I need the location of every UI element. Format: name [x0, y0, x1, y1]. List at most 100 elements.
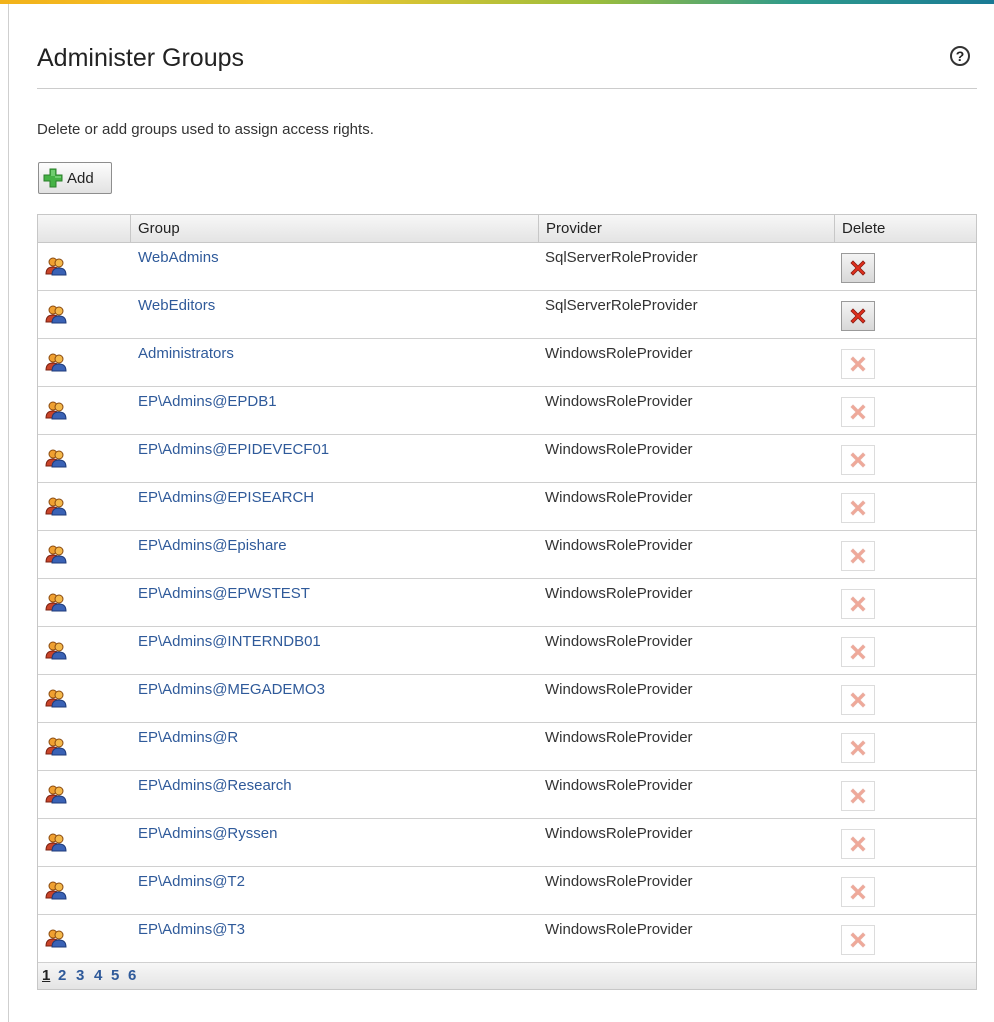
delete-x-icon [850, 260, 866, 276]
page-link-1[interactable]: 1 [42, 967, 50, 984]
header-icon-col [38, 215, 130, 242]
provider-name: WindowsRoleProvider [545, 777, 693, 794]
delete-button[interactable] [841, 301, 875, 331]
top-accent-bar [0, 0, 994, 4]
table-row: EP\Admins@T2 WindowsRoleProvider [38, 867, 976, 915]
group-name-link[interactable]: EP\Admins@INTERNDB01 [138, 633, 321, 650]
group-users-icon [45, 353, 67, 372]
group-users-icon [45, 305, 67, 324]
group-users-icon [45, 929, 67, 948]
group-name-link[interactable]: Administrators [138, 345, 234, 362]
delete-button [841, 349, 875, 379]
group-users-icon [45, 593, 67, 612]
group-name-link[interactable]: EP\Admins@Ryssen [138, 825, 277, 842]
add-button-label: Add [67, 169, 94, 187]
help-icon[interactable]: ? [950, 46, 970, 66]
group-name-link[interactable]: EP\Admins@R [138, 729, 238, 746]
delete-x-icon [850, 644, 866, 660]
provider-name: WindowsRoleProvider [545, 585, 693, 602]
provider-name: WindowsRoleProvider [545, 729, 693, 746]
delete-x-icon [850, 836, 866, 852]
table-row: Administrators WindowsRoleProvider [38, 339, 976, 387]
delete-button [841, 397, 875, 427]
group-name-link[interactable]: WebAdmins [138, 249, 219, 266]
provider-name: WindowsRoleProvider [545, 921, 693, 938]
delete-x-icon [850, 500, 866, 516]
group-name-link[interactable]: EP\Admins@T3 [138, 921, 245, 938]
add-button[interactable]: Add [38, 162, 112, 194]
delete-x-icon [850, 548, 866, 564]
table-row: EP\Admins@Epishare WindowsRoleProvider [38, 531, 976, 579]
delete-button [841, 589, 875, 619]
delete-button [841, 781, 875, 811]
group-users-icon [45, 641, 67, 660]
delete-button[interactable] [841, 253, 875, 283]
group-users-icon [45, 449, 67, 468]
group-name-link[interactable]: EP\Admins@MEGADEMO3 [138, 681, 325, 698]
table-row: EP\Admins@EPWSTEST WindowsRoleProvider [38, 579, 976, 627]
group-name-link[interactable]: EP\Admins@EPDB1 [138, 393, 277, 410]
provider-name: WindowsRoleProvider [545, 681, 693, 698]
group-users-icon [45, 689, 67, 708]
group-name-link[interactable]: EP\Admins@EPIDEVECF01 [138, 441, 329, 458]
provider-name: WindowsRoleProvider [545, 873, 693, 890]
delete-button [841, 877, 875, 907]
delete-x-icon [850, 788, 866, 804]
delete-x-icon [850, 404, 866, 420]
table-row: EP\Admins@EPISEARCH WindowsRoleProvider [38, 483, 976, 531]
pager: 123456 [38, 963, 976, 989]
group-name-link[interactable]: WebEditors [138, 297, 215, 314]
table-row: WebEditors SqlServerRoleProvider [38, 291, 976, 339]
table-row: EP\Admins@EPIDEVECF01 WindowsRoleProvider [38, 435, 976, 483]
table-header: Group Provider Delete [38, 215, 976, 243]
provider-name: SqlServerRoleProvider [545, 297, 698, 314]
delete-button [841, 829, 875, 859]
provider-name: WindowsRoleProvider [545, 489, 693, 506]
provider-name: WindowsRoleProvider [545, 633, 693, 650]
group-users-icon [45, 257, 67, 276]
page-title: Administer Groups [37, 44, 245, 72]
header-group: Group [130, 215, 538, 242]
delete-x-icon [850, 692, 866, 708]
group-name-link[interactable]: EP\Admins@Epishare [138, 537, 287, 554]
delete-button [841, 493, 875, 523]
group-name-link[interactable]: EP\Admins@Research [138, 777, 292, 794]
table-row: EP\Admins@INTERNDB01 WindowsRoleProvider [38, 627, 976, 675]
table-row: EP\Admins@Ryssen WindowsRoleProvider [38, 819, 976, 867]
group-name-link[interactable]: EP\Admins@T2 [138, 873, 245, 890]
group-users-icon [45, 545, 67, 564]
title-divider [37, 88, 977, 89]
group-users-icon [45, 737, 67, 756]
group-users-icon [45, 881, 67, 900]
group-users-icon [45, 833, 67, 852]
delete-x-icon [850, 308, 866, 324]
provider-name: WindowsRoleProvider [545, 441, 693, 458]
groups-table: Group Provider Delete WebAdmins SqlServer… [37, 214, 977, 990]
table-row: EP\Admins@T3 WindowsRoleProvider [38, 915, 976, 963]
group-users-icon [45, 401, 67, 420]
table-row: EP\Admins@MEGADEMO3 WindowsRoleProvider [38, 675, 976, 723]
group-name-link[interactable]: EP\Admins@EPISEARCH [138, 489, 314, 506]
table-row: EP\Admins@EPDB1 WindowsRoleProvider [38, 387, 976, 435]
group-name-link[interactable]: EP\Admins@EPWSTEST [138, 585, 310, 602]
table-row: EP\Admins@R WindowsRoleProvider [38, 723, 976, 771]
page-link-5[interactable]: 5 [111, 967, 119, 984]
header-delete: Delete [834, 215, 976, 242]
delete-button [841, 733, 875, 763]
table-body: WebAdmins SqlServerRoleProvider WebEditors… [38, 243, 976, 963]
left-border [8, 4, 9, 1022]
delete-button [841, 637, 875, 667]
provider-name: WindowsRoleProvider [545, 393, 693, 410]
delete-button [841, 445, 875, 475]
delete-x-icon [850, 740, 866, 756]
delete-button [841, 925, 875, 955]
delete-x-icon [850, 932, 866, 948]
page-description: Delete or add groups used to assign acce… [37, 121, 374, 138]
page-link-4[interactable]: 4 [94, 967, 102, 984]
add-plus-icon [43, 168, 63, 188]
page-link-6[interactable]: 6 [128, 967, 136, 984]
page-link-2[interactable]: 2 [58, 967, 66, 984]
table-row: EP\Admins@Research WindowsRoleProvider [38, 771, 976, 819]
page-link-3[interactable]: 3 [76, 967, 84, 984]
header-provider: Provider [538, 215, 834, 242]
